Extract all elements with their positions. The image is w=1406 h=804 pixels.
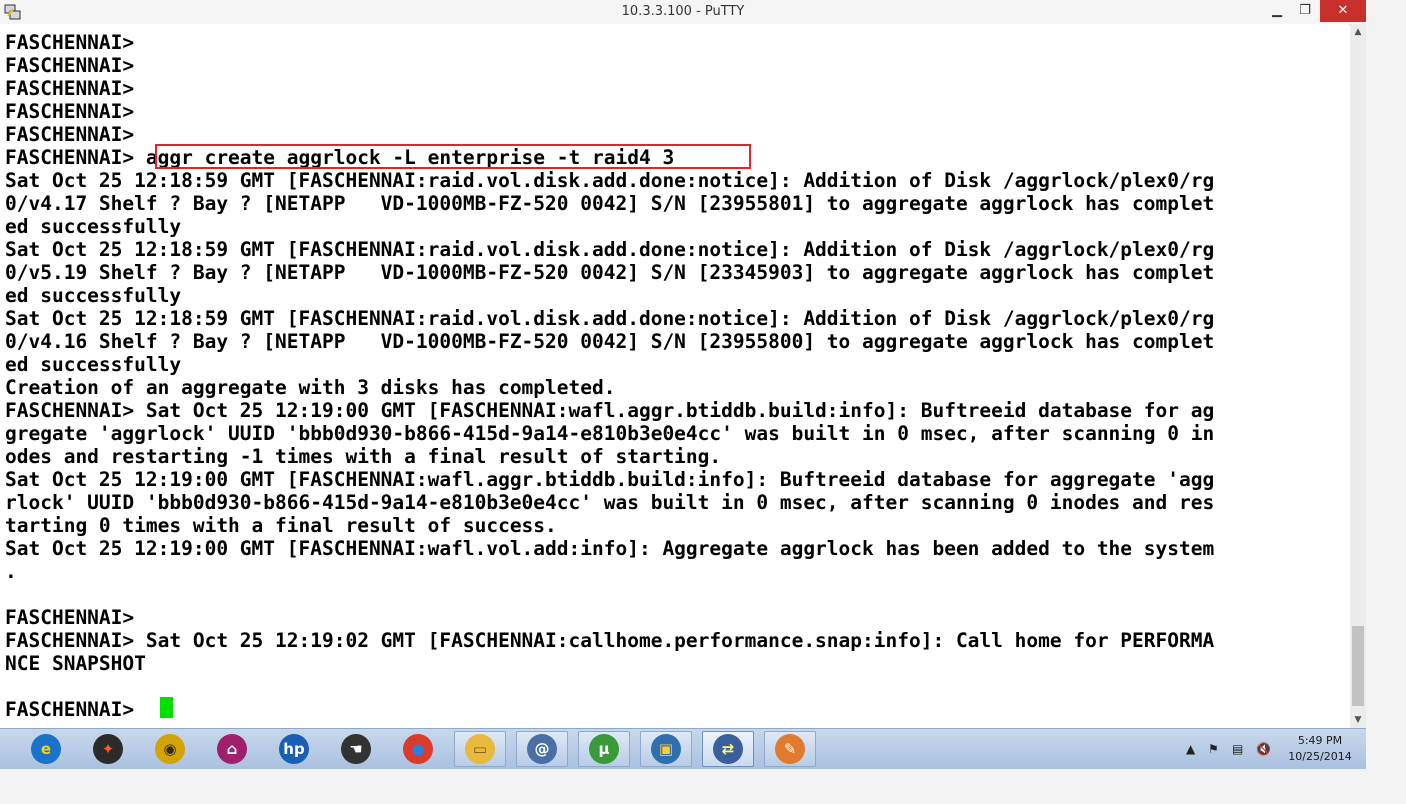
taskbar-button-hp[interactable]: hp <box>268 731 320 767</box>
close-icon: ✕ <box>1337 3 1349 18</box>
terminal-screen[interactable]: FASCHENNAI> FASCHENNAI> FASCHENNAI> FASCHEN… <box>0 24 1349 728</box>
terminal-line: FASCHENNAI> <box>5 77 135 100</box>
maximize-button[interactable]: ❐ <box>1290 0 1320 22</box>
taskbar-button-paint[interactable]: ✎ <box>764 731 816 767</box>
taskbar-button-internet-explorer[interactable]: e <box>20 731 72 767</box>
taskbar-button-tool-app[interactable]: ☚ <box>330 731 382 767</box>
utorrent-icon: µ <box>589 734 619 764</box>
putty-window: 10.3.3.100 - PuTTY ▁ ❐ ✕ FASCHENNAI> FASC… <box>0 0 1366 728</box>
terminal-line: FASCHENNAI> <box>5 698 135 721</box>
taskbar-button-network-app[interactable]: @ <box>516 731 568 767</box>
terminal-line: FASCHENNAI> <box>5 123 135 146</box>
minimize-icon: ▁ <box>1272 3 1282 18</box>
close-button[interactable]: ✕ <box>1320 0 1366 22</box>
action-center-icon[interactable]: ⚑ <box>1208 729 1219 769</box>
taskbar-button-file-explorer[interactable]: ▭ <box>454 731 506 767</box>
terminal-line: ed successfully <box>5 353 182 376</box>
chrome-icon: ● <box>403 734 433 764</box>
terminal-line: FASCHENNAI> <box>5 100 135 123</box>
terminal-line: tarting 0 times with a final result of s… <box>5 514 557 537</box>
title-bar[interactable]: 10.3.3.100 - PuTTY ▁ ❐ ✕ <box>0 0 1366 25</box>
terminal-line: gregate 'aggrlock' UUID 'bbb0d930-b866-4… <box>5 422 1215 445</box>
terminal-line: FASCHENNAI> <box>5 54 135 77</box>
tool-app-icon: ☚ <box>341 734 371 764</box>
terminal-line: 0/v4.17 Shelf ? Bay ? [NETAPP VD-1000MB-… <box>5 192 1215 215</box>
system-clock[interactable]: 5:49 PM 10/25/2014 <box>1284 733 1356 765</box>
taskbar-button-remote-access[interactable]: ⌂ <box>206 731 258 767</box>
putty-icon: ⇄ <box>713 734 743 764</box>
vertical-scrollbar[interactable]: ▲ ▼ <box>1350 24 1366 728</box>
terminal-line: 0/v4.16 Shelf ? Bay ? [NETAPP VD-1000MB-… <box>5 330 1215 353</box>
network-icon[interactable]: ▤ <box>1232 729 1243 769</box>
terminal-line: rlock' UUID 'bbb0d930-b866-415d-9a14-e81… <box>5 491 1215 514</box>
taskbar-button-virtualbox[interactable]: ▣ <box>640 731 692 767</box>
terminal-line: Sat Oct 25 12:19:00 GMT [FASCHENNAI:wafl… <box>5 468 1215 491</box>
file-explorer-icon: ▭ <box>465 734 495 764</box>
clock-time: 5:49 PM <box>1297 734 1343 747</box>
taskbar-button-putty[interactable]: ⇄ <box>702 731 754 767</box>
terminal-line: Sat Oct 25 12:18:59 GMT [FASCHENNAI:raid… <box>5 169 1215 192</box>
taskbar: e ✦ ◉ ⌂ hp ☚ ● ▭ @ µ ▣ ⇄ ✎ ▲ ⚑ ▤ 🔇 5:49 PM 10/25/201… <box>0 728 1366 769</box>
terminal-line: FASCHENNAI> <box>5 31 135 54</box>
paint-icon: ✎ <box>775 734 805 764</box>
terminal-line: ed successfully <box>5 215 182 238</box>
terminal-line: odes and restarting -1 times with a fina… <box>5 445 722 468</box>
taskbar-button-utorrent[interactable]: µ <box>578 731 630 767</box>
show-hidden-icons-icon[interactable]: ▲ <box>1186 729 1195 769</box>
internet-explorer-icon: e <box>31 734 61 764</box>
terminal-line: ed successfully <box>5 284 182 307</box>
app-mosaic-icon: ✦ <box>93 734 123 764</box>
terminal-line: FASCHENNAI> <box>5 606 135 629</box>
terminal-line: NCE SNAPSHOT <box>5 652 146 675</box>
taskbar-button-chrome[interactable]: ● <box>392 731 444 767</box>
terminal-line: Sat Oct 25 12:19:00 GMT [FASCHENNAI:wafl… <box>5 537 1215 560</box>
command-highlight-box <box>155 144 751 169</box>
terminal-line: 0/v5.19 Shelf ? Bay ? [NETAPP VD-1000MB-… <box>5 261 1215 284</box>
terminal-line: Creation of an aggregate with 3 disks ha… <box>5 376 616 399</box>
scroll-down-icon[interactable]: ▼ <box>1350 712 1366 728</box>
virtualbox-icon: ▣ <box>651 734 681 764</box>
terminal-line: FASCHENNAI> Sat Oct 25 12:19:00 GMT [FAS… <box>5 399 1215 422</box>
terminal-line: Sat Oct 25 12:18:59 GMT [FASCHENNAI:raid… <box>5 238 1215 261</box>
scroll-up-icon[interactable]: ▲ <box>1350 24 1366 40</box>
media-player-icon: ◉ <box>155 734 185 764</box>
clock-date: 10/25/2014 <box>1288 750 1352 763</box>
taskbar-button-app-mosaic[interactable]: ✦ <box>82 731 134 767</box>
restore-icon: ❐ <box>1299 3 1311 18</box>
hp-icon: hp <box>279 734 309 764</box>
taskbar-button-media-player[interactable]: ◉ <box>144 731 196 767</box>
remote-access-icon: ⌂ <box>217 734 247 764</box>
terminal-line: Sat Oct 25 12:18:59 GMT [FASCHENNAI:raid… <box>5 307 1215 330</box>
terminal-cursor <box>160 697 173 718</box>
terminal-line: . <box>5 560 17 583</box>
network-app-icon: @ <box>527 734 557 764</box>
volume-muted-icon[interactable]: 🔇 <box>1256 729 1271 769</box>
terminal-line: FASCHENNAI> Sat Oct 25 12:19:02 GMT [FAS… <box>5 629 1215 652</box>
window-title: 10.3.3.100 - PuTTY <box>621 4 745 19</box>
minimize-button[interactable]: ▁ <box>1262 0 1292 22</box>
scroll-thumb[interactable] <box>1352 626 1364 706</box>
